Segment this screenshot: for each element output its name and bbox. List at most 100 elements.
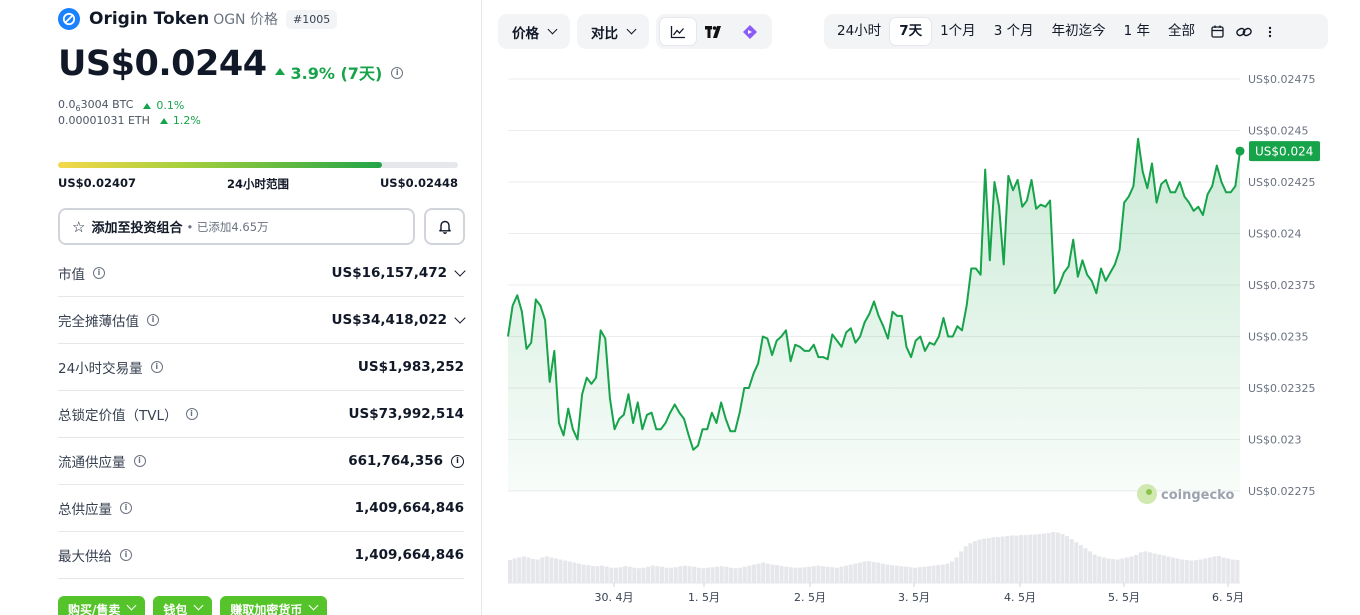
volume-bar [991,537,996,583]
range-1m-tab[interactable]: 1个月 [931,18,985,45]
volume-bar [959,551,964,583]
stat-value: 661,764,356 i [348,453,464,469]
volume-bar [963,546,968,583]
range-24h-tab[interactable]: 24小时 [828,18,890,45]
caret-up-icon [143,102,152,109]
range-label: 24小时范围 [226,177,289,191]
volume-bar [1106,558,1111,583]
volume-bar [825,566,830,583]
price-alert-button[interactable] [424,208,465,245]
volume-bar [1184,560,1189,583]
earn-crypto-button[interactable]: 赚取加密货币 [220,596,328,615]
share-link-button[interactable] [1232,18,1256,45]
chevron-down-icon[interactable] [454,312,466,324]
origin-token-logo-icon [58,8,80,30]
buy-sell-button[interactable]: 购买/售卖 [58,596,146,615]
volume-bar [636,568,641,583]
stat-value: US$1,983,252 [357,359,464,375]
range-ytd-tab[interactable]: 年初迄今 [1043,18,1115,45]
volume-bar [563,560,568,583]
volume-bar [1143,551,1148,583]
chart-toolbar: 价格 对比 [498,14,779,50]
calendar-button[interactable] [1206,18,1230,45]
time-range-selector: 24小时 7天 1个月 3 个月 年初迄今 1 年 全部 [824,14,1328,49]
range-1y-tab[interactable]: 1 年 [1115,18,1159,45]
volume-bar [1152,553,1157,583]
volume-bar [913,567,918,583]
y-axis-tick-label: US$0.02275 [1248,485,1316,498]
volume-bar [1235,560,1240,583]
volume-bar [798,567,803,583]
price-chart[interactable]: US$0.02475 US$0.0245 US$0.02425 US$0.024 US$… [482,60,1360,615]
volume-bar [604,566,609,583]
chevron-down-icon [547,24,558,35]
stat-row: 24小时交易量 i US$1,983,252 [58,344,464,391]
compare-dropdown[interactable]: 对比 [581,14,645,49]
volume-bar [1166,556,1171,583]
volume-bar [926,566,931,583]
volume-bar [567,561,572,583]
info-icon[interactable]: i [451,454,464,468]
y-axis-tick-label: US$0.0245 [1248,125,1309,138]
volume-bar [1212,556,1217,583]
volume-bar [572,562,577,583]
volume-bar [793,567,798,583]
stat-row[interactable]: 市值 i US$16,157,472 [58,250,466,297]
volume-bar [618,567,623,583]
price-change-7d: 3.9% (7天) [274,60,382,84]
wallet-button[interactable]: 钱包 [153,596,213,615]
stat-row[interactable]: 完全摊薄估值 i US$34,418,022 [58,297,466,344]
gecko-terminal-icon [743,24,757,39]
volume-bar [802,567,807,583]
volume-bar [853,563,858,583]
volume-bar [549,557,554,583]
volume-bar [1147,552,1152,583]
volume-bar [623,566,628,583]
volume-bar [531,559,536,583]
info-icon[interactable]: i [391,67,404,79]
volume-bar [954,557,959,583]
range-3m-tab[interactable]: 3 个月 [985,18,1043,45]
chevron-down-icon[interactable] [454,265,466,277]
coingecko-watermark-text: coingecko [1161,488,1234,503]
volume-bar [844,565,849,583]
more-options-button[interactable] [1258,18,1282,45]
stat-value: 1,409,664,846 [354,547,464,563]
info-icon[interactable]: i [185,408,198,420]
x-axis-tick-label: 6. 5月 [1212,591,1244,604]
volume-bar [834,567,839,583]
caret-up-icon [159,117,168,124]
portfolio-added-count: • 已添加4.65万 [186,219,269,234]
volume-bar [1124,557,1129,583]
range-all-tab[interactable]: 全部 [1159,18,1204,45]
volume-bar [517,557,522,583]
line-chart-button[interactable] [660,18,696,45]
btc-change: 0.1% [143,99,184,112]
gecko-terminal-button[interactable] [732,18,768,45]
info-icon[interactable]: i [147,314,159,326]
price-dropdown[interactable]: 价格 [502,14,566,49]
x-axis-tick-label: 2. 5月 [794,591,826,604]
add-to-portfolio-button[interactable]: ☆ 添加至投资组合 • 已添加4.65万 [58,208,415,245]
range-24h-labels: US$0.02407 24小时范围 US$0.02448 [58,176,458,192]
volume-bar [526,557,531,583]
info-icon[interactable]: i [150,361,163,373]
tradingview-button[interactable] [696,18,732,45]
tradingview-icon [705,25,721,38]
volume-bar [996,537,1000,583]
info-icon[interactable]: i [133,455,146,467]
volume-bar [752,564,756,583]
volume-bar [1046,533,1051,583]
range-7d-tab[interactable]: 7天 [890,18,932,45]
volume-bar [917,567,922,583]
volume-bar [1170,557,1175,583]
volume-bar [655,566,660,583]
y-axis-tick-label: US$0.023 [1248,434,1302,447]
volume-bar [646,566,651,583]
info-icon[interactable]: i [93,267,105,279]
info-icon[interactable]: i [120,502,132,514]
volume-bar [1014,535,1019,583]
volume-bar [977,539,982,583]
info-icon[interactable]: i [120,549,132,561]
price-row: US$0.0244 3.9% (7天) i [58,44,404,84]
